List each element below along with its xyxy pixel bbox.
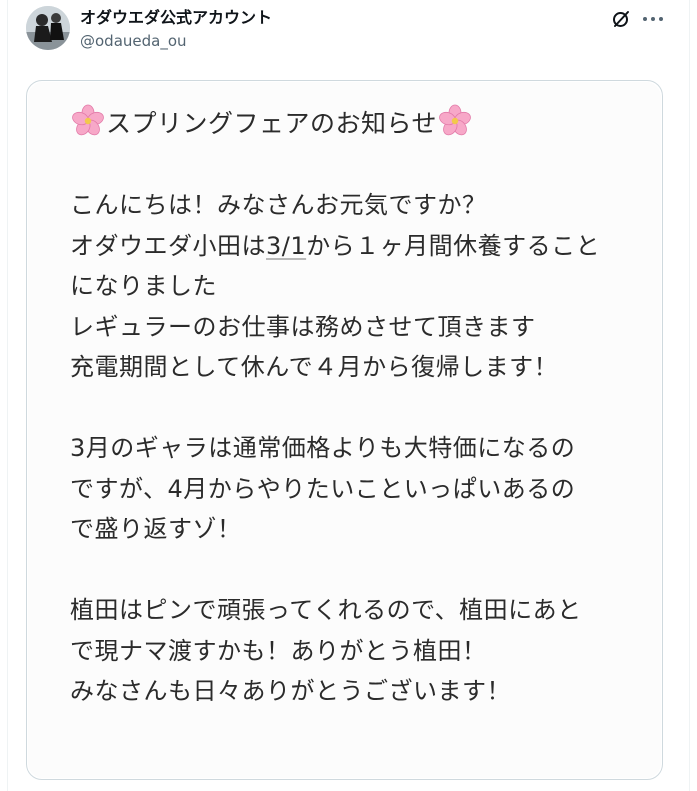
notice-line: レギュラーのお仕事は務めさせて頂きます [70, 312, 536, 341]
post-header: オダウエダ公式アカウント @odaueda_ou [26, 6, 674, 54]
notice-title-line: スプリングフェアのお知らせ [70, 104, 650, 145]
notice-title: スプリングフェアのお知らせ [106, 109, 438, 138]
cherry-blossom-icon [439, 104, 471, 136]
user-handle[interactable]: @odaueda_ou [80, 32, 187, 51]
notice-line-part: オダウエダ小田は [70, 231, 266, 260]
more-options-button[interactable] [640, 8, 666, 30]
more-icon [643, 17, 663, 21]
notice-line: 植田はピンで頑張ってくれるので、植田にあと [70, 596, 582, 624]
notice-line-part: から１ヶ月間休養すること [306, 231, 601, 260]
notice-line: で盛り返すゾ！ [70, 515, 242, 543]
notice-line: で現ナマ渡すかも！ありがとう植田！ [70, 636, 487, 665]
notice-image: スプリングフェアのお知らせ こんにちは！みなさんお元気ですか？ オダウエダ小田は… [28, 82, 661, 778]
date-text: 3/1 [266, 231, 307, 260]
notice-line: オダウエダ小田は3/1から１ヶ月間休養すること [70, 226, 650, 267]
notice-line: こんにちは！みなさんお元気ですか？ [70, 191, 487, 219]
notice-line: になりました [70, 272, 217, 300]
avatar-image [26, 6, 70, 50]
notice-line: 3月のギャラは通常価格よりも大特価になるの [70, 434, 576, 462]
avatar[interactable] [26, 6, 70, 50]
display-name[interactable]: オダウエダ公式アカウント [80, 8, 272, 28]
notice-line: みなさんも日々ありがとうございます！ [70, 677, 511, 705]
post-image-card[interactable]: スプリングフェアのお知らせ こんにちは！みなさんお元気ですか？ オダウエダ小田は… [26, 80, 663, 780]
notice-text: スプリングフェアのお知らせ こんにちは！みなさんお元気ですか？ オダウエダ小田は… [70, 104, 650, 712]
grok-icon [613, 11, 629, 27]
cherry-blossom-icon [72, 104, 104, 136]
notice-line: 充電期間として休んで４月から復帰します！ [70, 353, 559, 381]
notice-line: ですが、4月からやりたいこといっぱいあるの [70, 474, 576, 503]
grok-button[interactable] [610, 8, 632, 30]
